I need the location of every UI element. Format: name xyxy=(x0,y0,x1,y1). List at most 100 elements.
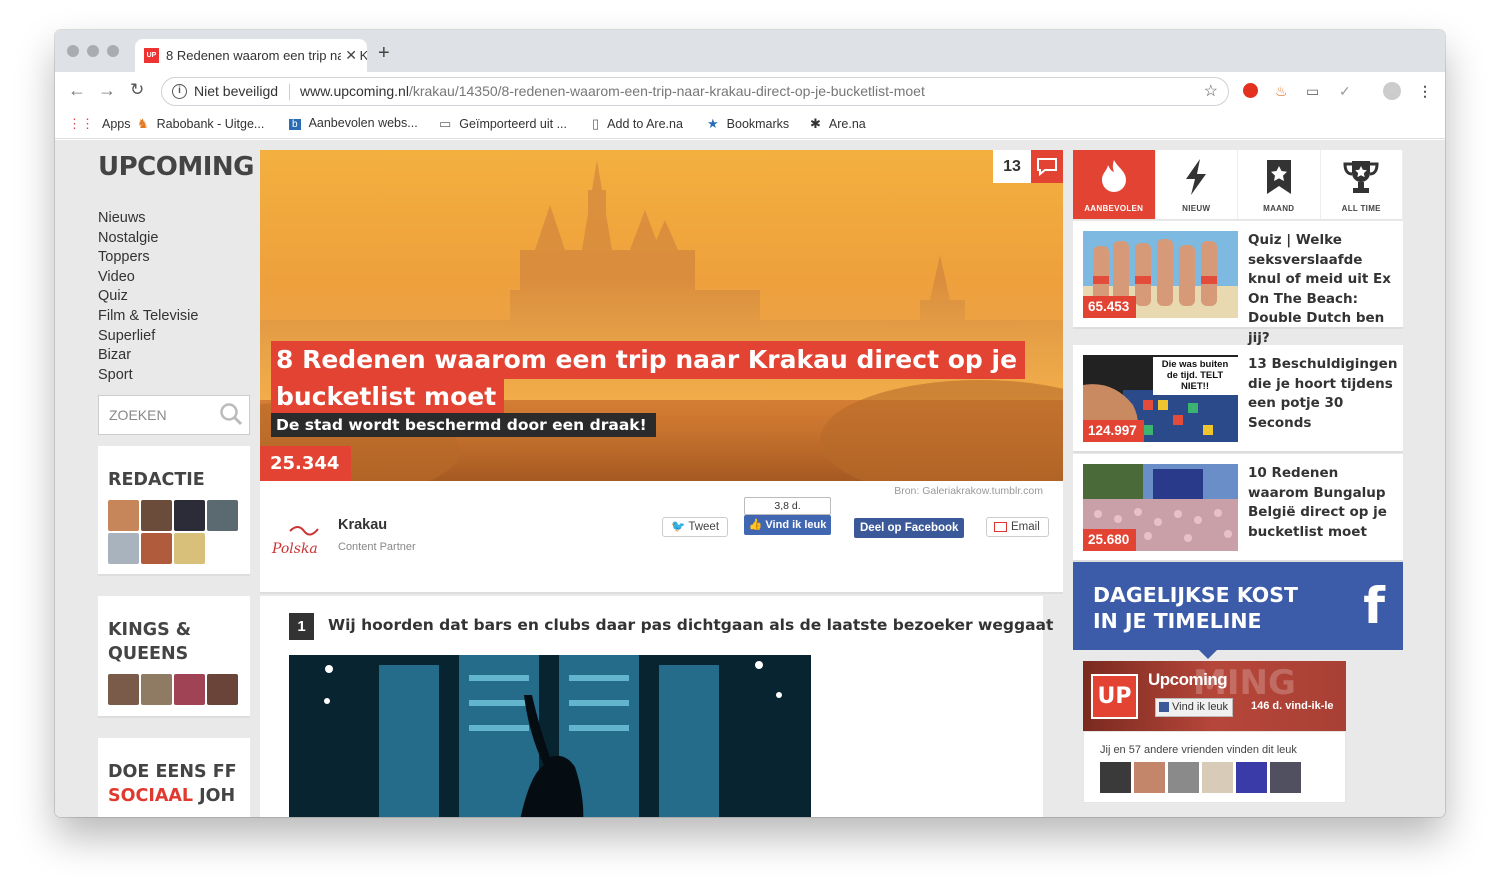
tab-maand[interactable]: MAAND xyxy=(1238,150,1321,219)
site-logo[interactable]: UPCOMING xyxy=(98,152,255,182)
new-tab-button[interactable]: + xyxy=(378,42,390,65)
nav-item[interactable]: Toppers xyxy=(98,248,198,268)
hero-image[interactable]: 8 Redenen waarom een trip naar Krakau di… xyxy=(260,150,1063,481)
svg-text:Polska: Polska xyxy=(271,541,318,557)
comment-bubble-icon[interactable] xyxy=(1031,150,1063,183)
nav-item[interactable]: Quiz xyxy=(98,287,198,307)
security-label: Niet beveiligd xyxy=(194,83,279,99)
cast-icon[interactable]: ▭ xyxy=(1306,83,1319,99)
address-bar[interactable]: i Niet beveiligd www.upcoming.nl/krakau/… xyxy=(161,77,1229,106)
article-card[interactable]: 65.453 Quiz | Welke seksverslaafde knul … xyxy=(1073,221,1403,346)
image-overlay-text: Die was buiten de tijd. TELT NIET!! xyxy=(1161,359,1229,392)
avatar[interactable] xyxy=(207,674,238,705)
flame-icon xyxy=(1101,160,1126,192)
avatar[interactable] xyxy=(141,500,172,531)
tab-aanbevolen[interactable]: AANBEVOLEN xyxy=(1073,150,1156,219)
close-tab-icon[interactable]: ✕ xyxy=(341,39,357,72)
apps-grid-icon: ⋮⋮ xyxy=(68,116,94,131)
avatar[interactable] xyxy=(174,500,205,531)
menu-dots-icon[interactable]: ⋮ xyxy=(1418,83,1432,99)
avatar[interactable] xyxy=(108,533,139,564)
nav-item[interactable]: Video xyxy=(98,268,198,288)
minimize-window-button[interactable] xyxy=(87,45,99,57)
friend-avatar[interactable] xyxy=(1202,762,1233,793)
avatar[interactable] xyxy=(108,674,139,705)
arena-icon: ✱ xyxy=(810,116,821,131)
info-icon[interactable]: i xyxy=(172,84,187,99)
friend-avatar[interactable] xyxy=(1100,762,1131,793)
tweet-button[interactable]: 🐦 Tweet xyxy=(662,517,729,537)
friend-avatar[interactable] xyxy=(1134,762,1165,793)
profile-avatar[interactable] xyxy=(1383,82,1401,100)
article-card[interactable]: Die was buiten de tijd. TELT NIET!! 124.… xyxy=(1073,345,1403,453)
avatar[interactable] xyxy=(141,533,172,564)
bookmark-star-icon[interactable]: ☆ xyxy=(1204,78,1218,105)
author-name[interactable]: Krakau xyxy=(338,517,387,533)
article-card-title[interactable]: Quiz | Welke seksverslaafde knul of meid… xyxy=(1248,231,1398,349)
sociaal-panel: DOE EENS FF SOCIAAL JOH xyxy=(98,738,250,817)
bookmark-bookmarks[interactable]: ★ Bookmarks xyxy=(707,116,789,132)
flame-extension-icon[interactable]: ♨ xyxy=(1275,83,1288,99)
friend-avatar[interactable] xyxy=(1270,762,1301,793)
facebook-like-button[interactable]: 👍 Vind ik leuk xyxy=(744,515,831,535)
url-text[interactable]: www.upcoming.nl/krakau/14350/8-redenen-w… xyxy=(300,78,925,105)
bookmark-star-icon xyxy=(1266,160,1291,194)
bookmark-rabobank[interactable]: ♞ Rabobank - Uitge... xyxy=(137,116,264,132)
view-count-badge: 25.344 xyxy=(260,446,352,481)
email-share-button[interactable]: Email xyxy=(986,517,1049,537)
avatar[interactable] xyxy=(174,533,205,564)
redactie-avatars xyxy=(98,492,250,572)
facebook-page-plugin[interactable]: MING UP Upcoming Vind ik leuk 146 d. vin… xyxy=(1083,661,1346,731)
article-card-title[interactable]: 13 Beschuldigingen die je hoort tijdens … xyxy=(1248,355,1398,433)
banner-arrow xyxy=(1198,649,1218,659)
bookmark-add-arena[interactable]: ▯ Add to Are.na xyxy=(592,116,683,132)
facebook-like-count: 3,8 d. xyxy=(744,497,831,515)
opera-extension-icon[interactable] xyxy=(1243,83,1258,98)
bookmark-aanbevolen[interactable]: b Aanbevolen webs... xyxy=(289,116,418,130)
nav-item[interactable]: Bizar xyxy=(98,346,198,366)
club-scene-illustration xyxy=(324,655,782,817)
page-name[interactable]: Upcoming xyxy=(1148,670,1228,690)
nav-item[interactable]: Film & Televisie xyxy=(98,307,198,327)
nav-item[interactable]: Superlief xyxy=(98,327,198,347)
nav-item[interactable]: Nieuws xyxy=(98,209,198,229)
kings-queens-panel: KINGS & QUEENS xyxy=(98,596,250,718)
favicon-icon: UP xyxy=(144,48,159,63)
facebook-share-button[interactable]: Deel op Facebook xyxy=(854,518,965,538)
article-card-image[interactable]: 25.680 xyxy=(1083,464,1238,551)
article-card-image[interactable]: Die was buiten de tijd. TELT NIET!! 124.… xyxy=(1083,355,1238,442)
avatar[interactable] xyxy=(207,500,238,531)
divider xyxy=(289,84,290,100)
page-like-button[interactable]: Vind ik leuk xyxy=(1155,698,1234,717)
bookmark-folder-imported[interactable]: ▭ Geïmporteerd uit ... xyxy=(439,116,567,132)
nav-item[interactable]: Sport xyxy=(98,366,198,386)
search-icon[interactable] xyxy=(219,402,243,426)
friend-avatar[interactable] xyxy=(1236,762,1267,793)
close-window-button[interactable] xyxy=(67,45,79,57)
article-card-image[interactable]: 65.453 xyxy=(1083,231,1238,318)
forward-icon[interactable]: → xyxy=(98,80,116,101)
tab-nieuw[interactable]: NIEUW xyxy=(1156,150,1238,219)
check-extension-icon[interactable]: ✓ xyxy=(1339,83,1351,99)
reload-icon[interactable]: ↻ xyxy=(130,80,144,100)
avatar[interactable] xyxy=(141,674,172,705)
facebook-banner[interactable]: DAGELIJKSE KOST IN JE TIMELINE f xyxy=(1073,562,1403,659)
bookmark-apps[interactable]: ⋮⋮ Apps xyxy=(68,116,131,132)
nav-item[interactable]: Nostalgie xyxy=(98,229,198,249)
browser-tab[interactable]: UP 8 Redenen waarom een trip naar Krakau… xyxy=(135,39,367,72)
page-logo[interactable]: UP xyxy=(1091,674,1138,719)
search-input[interactable]: ZOEKEN xyxy=(98,395,250,435)
article-card[interactable]: 25.680 10 Redenen waarom Bungalup België… xyxy=(1073,454,1403,562)
maximize-window-button[interactable] xyxy=(107,45,119,57)
club-image[interactable] xyxy=(289,655,811,817)
comment-counter[interactable]: 13 xyxy=(993,150,1063,183)
back-icon[interactable]: ← xyxy=(68,80,86,101)
friend-avatar[interactable] xyxy=(1168,762,1199,793)
polska-logo[interactable]: Polska xyxy=(270,521,326,561)
sidebar: AANBEVOLEN NIEUW MAAND ALL TIME 65.453 Q… xyxy=(1073,150,1403,817)
avatar[interactable] xyxy=(174,674,205,705)
article-card-title[interactable]: 10 Redenen waarom Bungalup België direct… xyxy=(1248,464,1398,542)
bookmark-arena[interactable]: ✱ Are.na xyxy=(810,116,866,132)
tab-all-time[interactable]: ALL TIME xyxy=(1321,150,1403,219)
avatar[interactable] xyxy=(108,500,139,531)
